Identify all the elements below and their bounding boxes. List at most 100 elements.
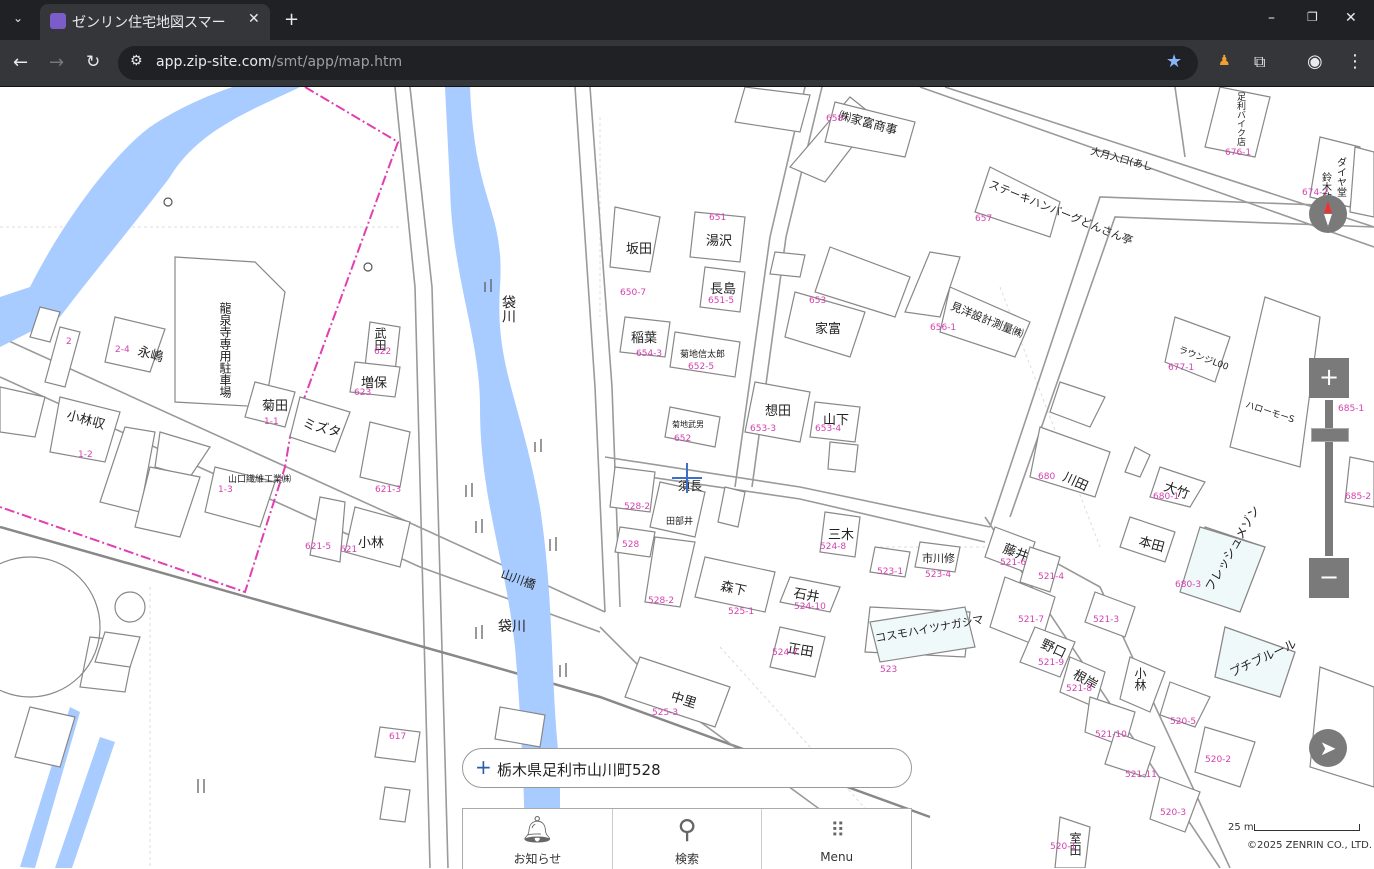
label-daiya: ダイヤ堂 (1335, 157, 1347, 197)
plus-icon: + (475, 755, 492, 779)
browser-tab-bar: ⌄ ゼンリン住宅地図スマー ✕ + – ❐ ✕ (0, 0, 1374, 40)
svg-text:658: 658 (826, 114, 843, 124)
svg-text:2: 2 (66, 337, 72, 347)
svg-text:657: 657 (975, 214, 992, 224)
svg-text:656-1: 656-1 (930, 323, 956, 333)
label-soda: 想田 (765, 403, 791, 419)
restore-icon[interactable]: ❐ (1307, 10, 1318, 24)
compass-south-needle (1324, 214, 1332, 226)
svg-text:1-1: 1-1 (264, 417, 279, 427)
label-sudo: 須長 (678, 479, 702, 493)
search-label: 検索 (675, 852, 700, 866)
svg-text:521-10: 521-10 (1095, 730, 1127, 740)
label-ryusen: 龍泉寺専用駐車場 (218, 301, 232, 399)
svg-text:623: 623 (354, 388, 371, 398)
svg-text:528-2: 528-2 (624, 502, 650, 512)
back-icon[interactable]: ← (13, 52, 28, 73)
svg-text:521-6: 521-6 (1000, 558, 1026, 568)
svg-text:617: 617 (389, 732, 406, 742)
forward-icon[interactable]: → (49, 52, 64, 73)
svg-text:653-4: 653-4 (815, 424, 841, 434)
svg-text:651: 651 (709, 213, 726, 223)
scale-bar (1254, 824, 1360, 831)
svg-text:528-2: 528-2 (648, 596, 674, 606)
address-search-box[interactable]: + 栃木県足利市山川町528 (462, 748, 912, 788)
extensions-puzzle-icon[interactable]: ⧉ (1254, 52, 1265, 72)
site-info-icon[interactable]: ⚙ (130, 53, 143, 69)
label-kikuta: 菊田 (262, 399, 288, 414)
label-yamaguchi: 山口繊維工業㈱ (228, 473, 291, 485)
new-tab-icon[interactable]: + (284, 9, 299, 30)
svg-text:520-5: 520-5 (1170, 717, 1196, 727)
label-nagashima: 長島 (710, 282, 736, 297)
label-busstop: 大月入口(あし (1089, 144, 1154, 173)
svg-text:676-1: 676-1 (1225, 148, 1251, 158)
zoom-out-button[interactable]: − (1309, 558, 1349, 598)
label-river-1: 袋川 (500, 295, 516, 323)
window-close-icon[interactable]: ✕ (1345, 10, 1357, 26)
svg-text:520-2: 520-2 (1205, 755, 1231, 765)
svg-text:1-3: 1-3 (218, 485, 233, 495)
url-text: app.zip-site.com/smt/app/map.htm (156, 54, 402, 70)
label-komori: 小林 (1133, 667, 1147, 691)
svg-text:523-1: 523-1 (877, 567, 903, 577)
svg-text:520-3: 520-3 (1160, 808, 1186, 818)
svg-text:654-3: 654-3 (636, 349, 662, 359)
svg-text:680-1: 680-1 (1153, 492, 1179, 502)
label-ietomi: 家富 (815, 321, 841, 337)
svg-text:653: 653 (809, 296, 826, 306)
svg-text:523-4: 523-4 (925, 570, 951, 580)
tab-list-icon[interactable]: ⌄ (13, 11, 23, 25)
browser-toolbar: ← → ↻ ⚙ app.zip-site.com/smt/app/map.htm… (0, 40, 1374, 87)
svg-text:677-1: 677-1 (1168, 363, 1194, 373)
svg-text:680-3: 680-3 (1175, 580, 1201, 590)
zoom-slider-track[interactable] (1325, 400, 1333, 556)
menu-label: Menu (820, 850, 854, 864)
address-bar[interactable]: ⚙ app.zip-site.com/smt/app/map.htm ★ (118, 46, 1198, 80)
menu-button[interactable]: ⠿ Menu (762, 809, 911, 869)
svg-text:685-1: 685-1 (1338, 404, 1364, 414)
label-ichikawa: 市川修 (922, 551, 955, 565)
label-river-2: 袋川 (498, 619, 526, 635)
compass-icon[interactable] (1309, 195, 1347, 233)
svg-text:524-7: 524-7 (772, 648, 798, 658)
svg-text:653-3: 653-3 (750, 424, 776, 434)
svg-text:650-7: 650-7 (620, 288, 646, 298)
svg-text:680: 680 (1038, 472, 1055, 482)
svg-text:521-8: 521-8 (1066, 684, 1092, 694)
more-menu-icon[interactable]: ⋮ (1346, 51, 1364, 72)
svg-text:621: 621 (340, 545, 357, 555)
svg-text:521-4: 521-4 (1038, 572, 1064, 582)
search-button[interactable]: ⚲ 検索 (613, 809, 763, 869)
label-hachiya: 足利バイク店 (1235, 92, 1246, 147)
copyright-text: ©2025 ZENRIN CO., LTD. (1247, 840, 1372, 851)
svg-text:652: 652 (674, 434, 691, 444)
minimize-icon[interactable]: – (1268, 10, 1275, 26)
url-path: /smt/app/map.htm (271, 54, 403, 70)
label-kikuchi2: 菊地武男 (672, 419, 704, 429)
label-inaba: 稲葉 (631, 331, 657, 346)
tab-close-icon[interactable]: ✕ (248, 11, 260, 27)
zoom-in-button[interactable]: + (1309, 358, 1349, 398)
notifications-button[interactable]: 🔔︎ お知らせ (463, 809, 613, 869)
svg-text:521-9: 521-9 (1038, 658, 1064, 668)
browser-tab[interactable]: ゼンリン住宅地図スマー ✕ (40, 4, 270, 40)
bookmark-star-icon[interactable]: ★ (1166, 51, 1182, 72)
scale-label: 25 m (1228, 822, 1254, 833)
grid-menu-icon: ⠿ (830, 818, 845, 842)
label-sakata: 坂田 (626, 242, 652, 257)
label-kobayashi: 小林 (358, 536, 384, 551)
profile-icon[interactable]: ◉ (1307, 51, 1323, 72)
zoom-slider-thumb[interactable] (1311, 428, 1349, 442)
svg-text:524-10: 524-10 (794, 602, 826, 612)
address-text: 栃木県足利市山川町528 (497, 761, 661, 779)
favicon-icon (50, 13, 66, 29)
reload-icon[interactable]: ↻ (86, 52, 100, 72)
svg-text:525-1: 525-1 (728, 607, 754, 617)
label-kikuchi: 菊地信太郎 (680, 348, 725, 360)
current-location-button[interactable]: ➤ (1309, 729, 1347, 767)
svg-text:521-3: 521-3 (1093, 615, 1119, 625)
notifications-label: お知らせ (513, 852, 562, 866)
extension-icon[interactable]: ♟ (1218, 53, 1231, 69)
label-yuzawa: 湯沢 (706, 234, 732, 249)
